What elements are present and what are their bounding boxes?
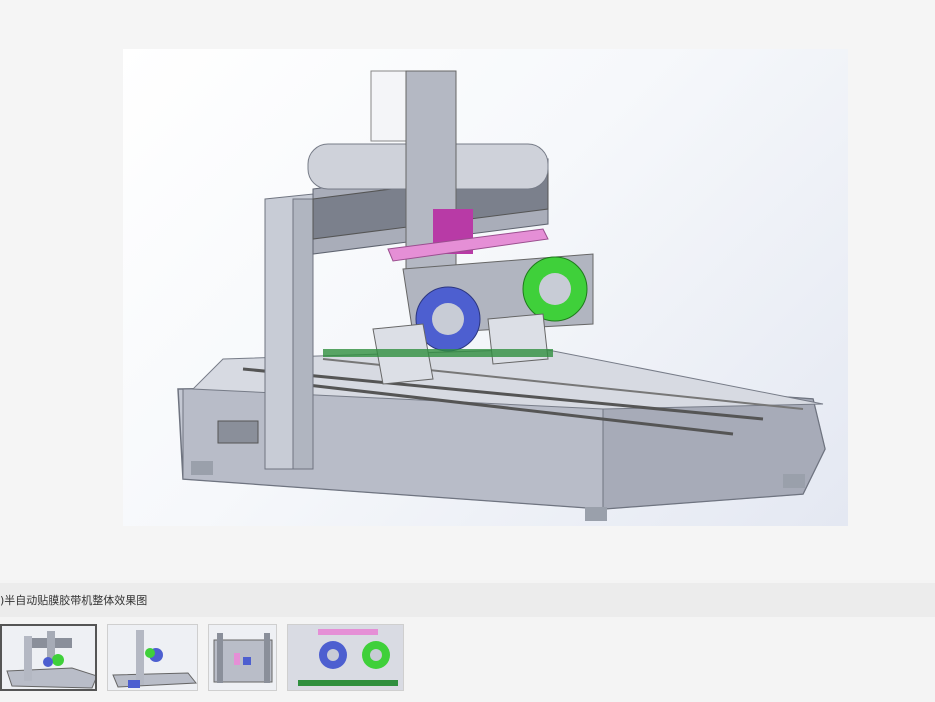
thumbnail-2[interactable] (107, 624, 198, 691)
thumbnail-1[interactable] (0, 624, 97, 691)
image-viewer (0, 0, 935, 580)
main-product-image[interactable] (123, 49, 848, 526)
thumbnail-strip (0, 624, 935, 691)
thumbnail-4[interactable] (287, 624, 404, 691)
caption-bar: )半自动贴膜胶带机整体效果图 (0, 583, 935, 617)
machine-render (177, 70, 826, 521)
image-caption: )半自动贴膜胶带机整体效果图 (0, 594, 148, 607)
thumbnail-3[interactable] (208, 624, 277, 691)
